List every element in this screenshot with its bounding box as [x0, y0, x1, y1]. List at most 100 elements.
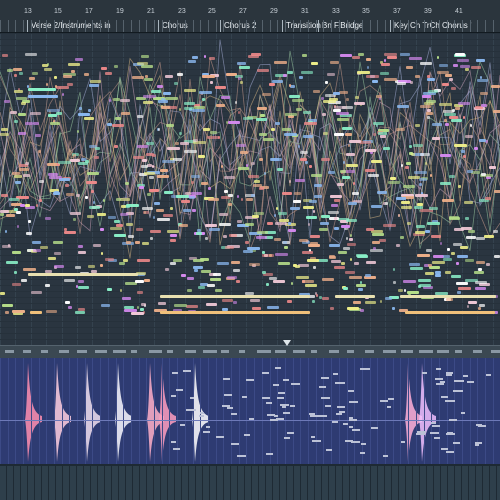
- lane-note[interactable]: [261, 396, 271, 399]
- pattern-clip[interactable]: [420, 105, 431, 108]
- pattern-clip[interactable]: [401, 206, 412, 209]
- pattern-clip[interactable]: [417, 254, 430, 257]
- pattern-clip[interactable]: [376, 95, 382, 98]
- pattern-clip[interactable]: [331, 204, 338, 207]
- lane-note[interactable]: [199, 414, 204, 417]
- lane-note[interactable]: [386, 405, 392, 408]
- pattern-clip[interactable]: [415, 231, 425, 234]
- pattern-clip[interactable]: [124, 306, 134, 309]
- piano-key[interactable]: [154, 466, 160, 500]
- pattern-clip[interactable]: [323, 132, 328, 135]
- pattern-clip[interactable]: [491, 85, 500, 88]
- pattern-clip[interactable]: [0, 133, 9, 136]
- pattern-clip[interactable]: [457, 255, 468, 258]
- pattern-clip[interactable]: [12, 251, 21, 254]
- pattern-clip[interactable]: [451, 252, 455, 255]
- pattern-clip[interactable]: [321, 158, 330, 161]
- pattern-clip[interactable]: [380, 72, 389, 75]
- pattern-clip[interactable]: [122, 297, 131, 300]
- pattern-clip[interactable]: [404, 289, 406, 292]
- mini-clip[interactable]: [113, 350, 126, 353]
- pattern-clip[interactable]: [465, 217, 469, 220]
- pattern-clip[interactable]: [329, 244, 340, 247]
- piano-key[interactable]: [294, 466, 300, 500]
- pattern-clip[interactable]: [53, 192, 60, 195]
- pattern-clip[interactable]: [288, 229, 296, 232]
- lane-note[interactable]: [359, 367, 370, 370]
- pattern-clip[interactable]: [192, 209, 196, 212]
- pattern-clip[interactable]: [30, 112, 41, 115]
- pattern-clip[interactable]: [15, 181, 21, 184]
- pattern-clip[interactable]: [29, 77, 35, 80]
- pattern-clip[interactable]: [486, 263, 490, 266]
- pattern-clip[interactable]: [259, 158, 263, 161]
- pattern-clip[interactable]: [54, 252, 61, 255]
- pattern-clip[interactable]: [432, 137, 440, 140]
- pattern-clip[interactable]: [373, 122, 384, 125]
- pattern-clip[interactable]: [264, 172, 266, 175]
- pattern-clip[interactable]: [198, 155, 205, 158]
- pattern-clip[interactable]: [309, 200, 317, 203]
- lane-note[interactable]: [325, 449, 333, 452]
- piano-key[interactable]: [77, 466, 83, 500]
- lane-note[interactable]: [360, 442, 367, 445]
- mini-clip[interactable]: [437, 350, 449, 353]
- pattern-clip[interactable]: [329, 256, 336, 259]
- pattern-clip[interactable]: [203, 128, 210, 131]
- lane-note[interactable]: [474, 442, 482, 445]
- pattern-clip[interactable]: [334, 266, 345, 269]
- pattern-clip[interactable]: [157, 85, 163, 88]
- pattern-clip[interactable]: [213, 273, 221, 276]
- pattern-clip[interactable]: [256, 236, 267, 239]
- pattern-clip[interactable]: [295, 265, 300, 268]
- long-pattern-clip[interactable]: [160, 295, 310, 298]
- pattern-clip[interactable]: [393, 281, 396, 284]
- piano-key[interactable]: [49, 466, 55, 500]
- pattern-clip[interactable]: [75, 58, 83, 61]
- pattern-clip[interactable]: [58, 161, 71, 164]
- lane-note[interactable]: [485, 373, 491, 376]
- pattern-clip[interactable]: [78, 286, 89, 289]
- pattern-clip[interactable]: [54, 76, 57, 79]
- pattern-clip[interactable]: [174, 82, 178, 85]
- pattern-clip[interactable]: [48, 257, 56, 260]
- pattern-clip[interactable]: [444, 119, 447, 122]
- pattern-clip[interactable]: [282, 128, 291, 131]
- piano-key[interactable]: [413, 466, 419, 500]
- mini-clip[interactable]: [41, 350, 48, 353]
- pattern-clip[interactable]: [193, 139, 198, 142]
- pattern-clip[interactable]: [271, 158, 282, 161]
- lane-note[interactable]: [332, 420, 338, 423]
- pattern-clip[interactable]: [46, 310, 57, 313]
- pattern-clip[interactable]: [112, 124, 124, 127]
- pattern-clip[interactable]: [273, 280, 285, 283]
- pattern-clip[interactable]: [426, 112, 433, 115]
- piano-key[interactable]: [336, 466, 342, 500]
- pattern-clip[interactable]: [198, 286, 205, 289]
- piano-key[interactable]: [427, 466, 433, 500]
- pattern-clip[interactable]: [16, 211, 21, 214]
- mini-clip[interactable]: [293, 350, 305, 353]
- pattern-clip[interactable]: [440, 182, 451, 185]
- pattern-clip[interactable]: [397, 82, 406, 85]
- lane-note[interactable]: [332, 373, 338, 376]
- pattern-clip[interactable]: [18, 132, 26, 135]
- pattern-clip[interactable]: [136, 228, 143, 231]
- lane-note[interactable]: [436, 367, 441, 370]
- pattern-clip[interactable]: [224, 190, 228, 193]
- pattern-clip[interactable]: [475, 281, 487, 284]
- pattern-clip[interactable]: [292, 99, 304, 102]
- piano-key[interactable]: [189, 466, 195, 500]
- piano-key[interactable]: [63, 466, 69, 500]
- pattern-clip[interactable]: [398, 289, 403, 292]
- lane-note[interactable]: [349, 401, 359, 404]
- pattern-clip[interactable]: [154, 202, 160, 205]
- piano-key[interactable]: [14, 466, 20, 500]
- pattern-clip[interactable]: [66, 193, 74, 196]
- pattern-clip[interactable]: [2, 304, 13, 307]
- pattern-clip[interactable]: [300, 151, 308, 154]
- piano-key[interactable]: [490, 466, 496, 500]
- pattern-clip[interactable]: [410, 81, 413, 84]
- pattern-clip[interactable]: [275, 222, 287, 225]
- pattern-clip[interactable]: [161, 106, 170, 109]
